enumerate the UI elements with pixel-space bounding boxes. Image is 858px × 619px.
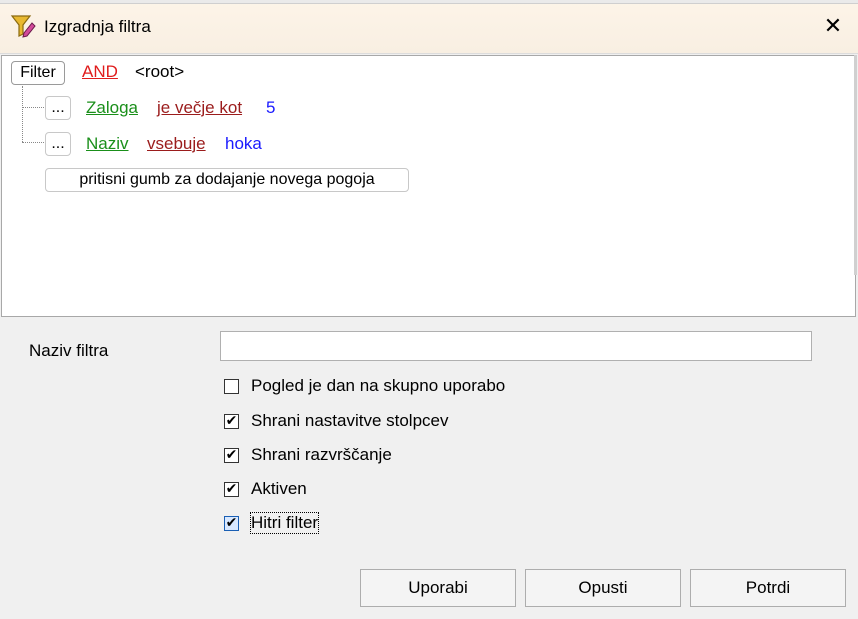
condition-menu-button[interactable]: ... <box>45 132 71 156</box>
ok-button[interactable]: Potrdi <box>690 569 846 607</box>
window-title: Izgradnja filtra <box>44 17 151 36</box>
condition-field-link[interactable]: Zaloga <box>86 98 138 118</box>
logic-operator-link[interactable]: AND <box>82 62 118 82</box>
checkbox-quick-filter[interactable]: ✔ <box>224 516 239 531</box>
close-button[interactable]: ✕ <box>818 11 848 41</box>
condition-operator-link[interactable]: je večje kot <box>157 98 242 118</box>
cancel-button[interactable]: Opusti <box>525 569 681 607</box>
funnel-edit-icon <box>10 13 36 39</box>
scroll-edge <box>854 55 857 275</box>
filter-name-input[interactable] <box>220 331 812 361</box>
checkbox-save-sorting[interactable]: ✔ <box>224 448 239 463</box>
checkbox-shared-view[interactable] <box>224 379 239 394</box>
condition-field-link[interactable]: Naziv <box>86 134 129 154</box>
checkbox-shared-view-label[interactable]: Pogled je dan na skupno uporabo <box>251 376 505 396</box>
checkbox-active[interactable]: ✔ <box>224 482 239 497</box>
checkbox-active-label[interactable]: Aktiven <box>251 479 307 499</box>
condition-menu-button[interactable]: ... <box>45 96 71 120</box>
condition-operator-link[interactable]: vsebuje <box>147 134 206 154</box>
top-edge <box>0 0 858 4</box>
filter-root-button[interactable]: Filter <box>11 61 65 85</box>
filter-name-label: Naziv filtra <box>29 341 109 360</box>
checkbox-quick-filter-label[interactable]: Hitri filter <box>249 512 320 534</box>
condition-value[interactable]: hoka <box>225 134 262 154</box>
apply-button[interactable]: Uporabi <box>360 569 516 607</box>
checkbox-save-sorting-label[interactable]: Shrani razvrščanje <box>251 445 392 465</box>
root-label: <root> <box>135 62 185 81</box>
tree-connector-branch-1 <box>22 107 44 108</box>
condition-value[interactable]: 5 <box>266 98 275 118</box>
add-condition-button[interactable]: pritisni gumb za dodajanje novega pogoja <box>45 168 409 192</box>
close-icon: ✕ <box>823 13 843 38</box>
tree-connector-vertical <box>22 86 23 142</box>
checkbox-save-columns-label[interactable]: Shrani nastavitve stolpcev <box>251 411 449 431</box>
checkbox-save-columns[interactable]: ✔ <box>224 414 239 429</box>
tree-connector-branch-2 <box>22 142 44 143</box>
